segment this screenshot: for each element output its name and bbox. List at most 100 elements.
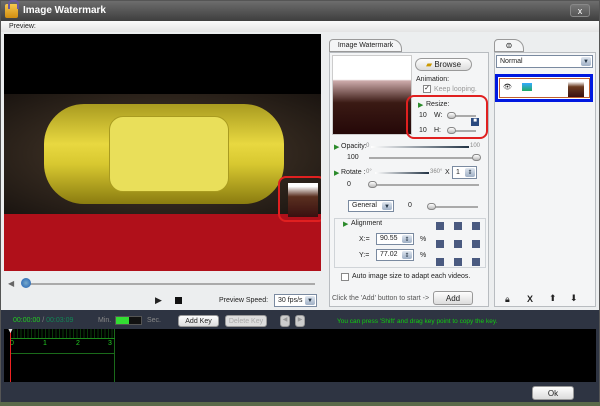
total-time: 00:03:09 — [46, 317, 74, 324]
folder-icon: ▰ — [425, 60, 433, 69]
time-separator: / — [42, 317, 45, 324]
opacity-knob[interactable] — [472, 154, 481, 161]
play-button[interactable]: ▶ — [155, 295, 162, 306]
x-input[interactable]: 90.55 ⇕ — [376, 233, 414, 245]
min-label: Min. — [98, 317, 112, 324]
align-top-right[interactable] — [472, 222, 480, 230]
playhead[interactable] — [10, 329, 11, 382]
playhead-handle-icon[interactable]: ▼ — [7, 328, 14, 335]
height-label: H: — [434, 127, 441, 134]
mode-level-value: 0 — [408, 202, 412, 209]
mode-select[interactable]: General ▼ — [348, 200, 394, 212]
browse-button[interactable]: ▰ Browse — [415, 58, 472, 71]
resize-label: Resize: — [426, 101, 450, 108]
volume-icon[interactable]: ◀ — [8, 279, 14, 288]
delete-key-button[interactable]: Delete Key — [225, 315, 267, 327]
aspect-lock-icon[interactable]: ■ — [471, 118, 479, 126]
align-bottom-right[interactable] — [472, 258, 480, 266]
red-carpet — [4, 204, 321, 271]
mode-value: General — [352, 202, 377, 209]
move-up-icon[interactable]: ⬆ — [549, 293, 557, 304]
align-top-left[interactable] — [436, 222, 444, 230]
x-value: 90.55 — [380, 235, 398, 242]
eye-icon[interactable]: 👁 — [503, 83, 512, 91]
chevron-down-icon: ▼ — [305, 296, 315, 305]
y-label: Y:= — [359, 252, 370, 259]
align-center[interactable] — [454, 240, 462, 248]
rotate-x-label: X — [445, 169, 450, 176]
next-key-button[interactable]: ▶ — [295, 315, 305, 327]
opacity-max: 100 — [470, 143, 481, 149]
mode-knob[interactable] — [427, 203, 436, 210]
keep-looping-checkbox[interactable]: ✓ — [423, 85, 431, 93]
ok-button[interactable]: Ok — [532, 386, 574, 400]
opacity-min: 0 — [366, 143, 370, 149]
opacity-gradient — [371, 146, 469, 148]
chevron-down-icon: ▼ — [581, 57, 591, 66]
align-top[interactable] — [454, 222, 462, 230]
x-label: X:= — [359, 236, 370, 243]
prev-key-button[interactable]: ◀ — [280, 315, 290, 327]
lock-layer-icon[interactable]: 🔒︎ — [505, 294, 510, 305]
keep-looping-label: Keep looping. — [434, 86, 477, 93]
opacity-slider[interactable] — [369, 157, 479, 159]
rotate-slider[interactable] — [369, 184, 479, 186]
chevron-down-icon: ▼ — [382, 202, 392, 210]
blend-mode-value: Normal — [500, 58, 523, 65]
rotate-times-input[interactable]: 1 ⇕ — [452, 166, 477, 179]
car-roof — [109, 116, 229, 192]
seek-bar[interactable] — [23, 283, 315, 285]
align-left[interactable] — [436, 240, 444, 248]
tab-layers[interactable]: ⊜ — [494, 39, 524, 52]
opacity-label: Opacity: — [341, 143, 367, 150]
toggle-thumb — [116, 317, 129, 324]
lock-icon — [5, 0, 19, 18]
spinner-icon[interactable]: ⇕ — [402, 251, 412, 259]
rotate-min: 0° — [366, 169, 372, 175]
width-knob[interactable] — [447, 112, 456, 119]
animation-label: Animation: — [416, 76, 450, 83]
height-knob[interactable] — [447, 127, 456, 134]
min-sec-toggle[interactable] — [115, 316, 142, 325]
blend-mode-select[interactable]: Normal ▼ — [496, 55, 593, 68]
image-watermark-dialog: Image Watermark x Preview: ◀ ▶ Preview S… — [0, 0, 600, 402]
stop-button[interactable] — [175, 297, 182, 304]
tick-label: 1 — [43, 340, 47, 347]
browse-label: Browse — [434, 60, 462, 69]
y-value: 77.02 — [380, 251, 398, 258]
auto-size-checkbox[interactable] — [341, 273, 349, 281]
preview-speed-select[interactable]: 30 fps/s ▼ — [274, 294, 317, 307]
opacity-value: 100 — [347, 154, 359, 161]
add-hint: Click the 'Add' button to start -> — [332, 295, 430, 302]
height-value: 10 — [419, 127, 427, 134]
spinner-icon[interactable]: ⇕ — [402, 235, 412, 243]
auto-size-label: Auto image size to adapt each videos. — [352, 273, 471, 280]
rotate-times-value: 1 — [456, 169, 460, 176]
align-bottom-left[interactable] — [436, 258, 444, 266]
add-key-button[interactable]: Add Key — [178, 315, 219, 327]
y-input[interactable]: 77.02 ⇕ — [376, 249, 414, 261]
align-right[interactable] — [472, 240, 480, 248]
width-value: 10 — [419, 112, 427, 119]
tab-image-watermark[interactable]: Image Watermark — [329, 39, 402, 52]
add-button[interactable]: Add — [433, 291, 473, 305]
layer-item[interactable]: 👁 — [495, 74, 593, 102]
current-time: 00:00:00 — [13, 317, 41, 324]
delete-layer-icon[interactable]: X — [527, 294, 533, 304]
spinner-icon[interactable]: ⇕ — [465, 168, 475, 177]
close-button[interactable]: x — [570, 4, 590, 17]
width-label: W: — [434, 112, 443, 119]
watermark-thumbnail — [332, 55, 412, 135]
move-down-icon[interactable]: ⬇ — [570, 293, 578, 304]
seek-knob[interactable] — [21, 278, 31, 288]
rotate-gradient — [375, 172, 429, 174]
preview-speed-value: 30 fps/s — [278, 297, 303, 304]
rotate-max: 360° — [430, 169, 443, 175]
align-bottom[interactable] — [454, 258, 462, 266]
window-title: Image Watermark — [23, 5, 106, 16]
rotate-knob[interactable] — [368, 181, 377, 188]
layer-thumbnail — [568, 80, 584, 97]
preview-speed-label: Preview Speed: — [219, 297, 269, 304]
watermark-image[interactable] — [288, 183, 318, 217]
preview-menu[interactable]: Preview: — [1, 21, 599, 32]
